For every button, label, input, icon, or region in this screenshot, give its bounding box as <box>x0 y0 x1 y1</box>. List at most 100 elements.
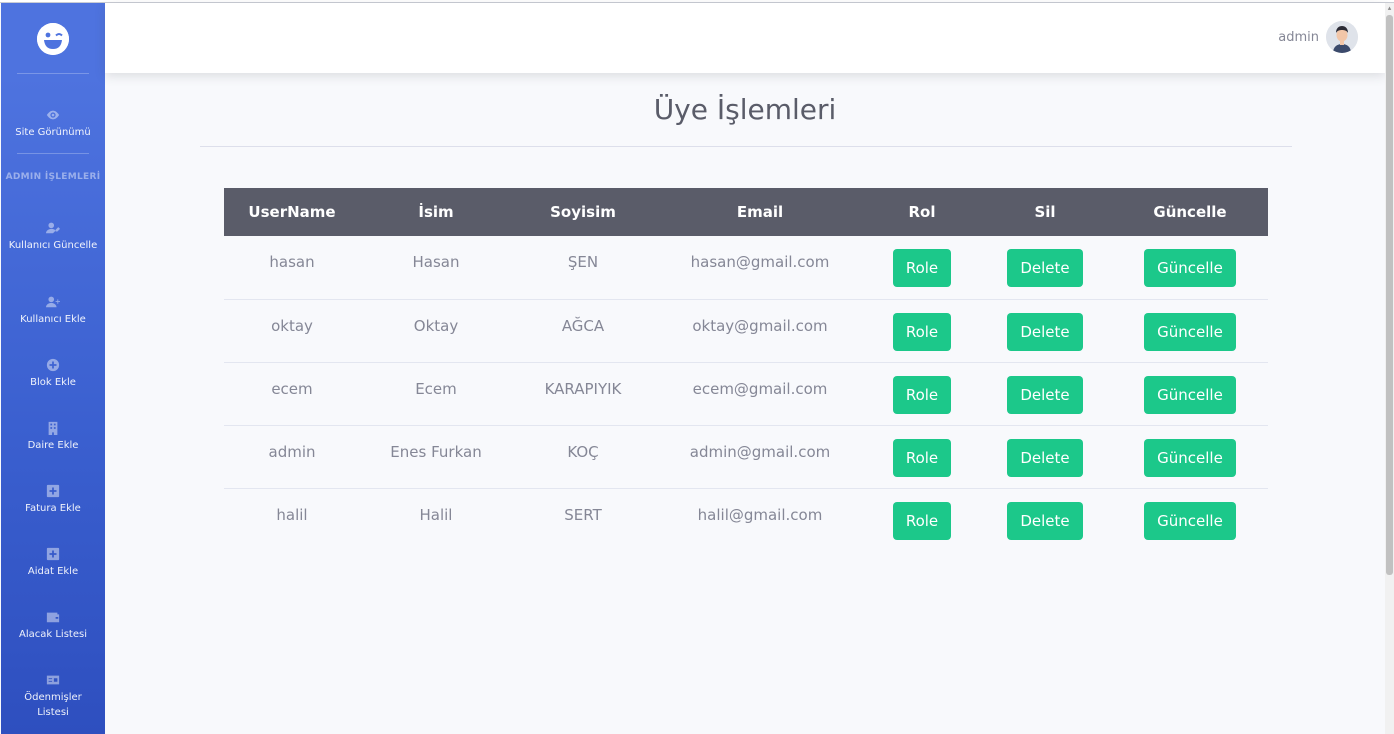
sidebar-item-daire-ekle[interactable]: Daire Ekle <box>1 420 105 453</box>
wallet-icon <box>46 609 60 623</box>
email-cell: hasan@gmail.com <box>690 253 830 271</box>
plus-square-icon <box>46 546 60 561</box>
user-edit-icon <box>46 220 60 234</box>
role-button[interactable]: Role <box>892 249 952 287</box>
scrollbar-thumb[interactable] <box>1386 15 1393 575</box>
sidebar-item-label: Kullanıcı Güncelle <box>8 240 98 251</box>
sidebar-item-label: Alacak Listesi <box>19 629 87 640</box>
isim-cell: Halil <box>419 505 453 524</box>
column-header: Soyisim <box>550 203 616 221</box>
role-cell: Role <box>866 236 978 299</box>
money-bill-icon <box>46 672 60 686</box>
soyisim-cell: KOÇ <box>567 442 599 461</box>
plus-circle-icon <box>46 357 60 372</box>
role-button[interactable]: Role <box>892 312 952 351</box>
plus-square-icon <box>46 483 60 498</box>
title-divider <box>200 146 1292 147</box>
sidebar-item-label: Fatura Ekle <box>25 503 81 514</box>
delete-cell: Delete <box>978 236 1112 299</box>
update-button[interactable]: Güncelle <box>1144 249 1236 287</box>
sidebar-item-label: Site Görünümü <box>15 127 91 138</box>
username-cell: admin <box>268 442 316 461</box>
column-header: Güncelle <box>1153 203 1227 221</box>
avatar[interactable] <box>1326 21 1358 53</box>
sidebar-item-label: Ödenmişler Listesi <box>24 692 82 718</box>
isim-cell: Oktay <box>413 316 459 335</box>
delete-cell: Delete <box>978 362 1112 425</box>
isim-cell: Ecem <box>415 379 457 398</box>
table-header-row: UserName İsim Soyisim Email Rol Sil Günc… <box>224 188 1268 236</box>
username-cell: ecem <box>271 379 313 398</box>
delete-button[interactable]: Delete <box>1007 249 1083 287</box>
sidebar-item-label: Kullanıcı Ekle <box>20 314 86 325</box>
role-cell: Role <box>866 488 978 551</box>
sidebar-item-kullanici-guncelle[interactable]: Kullanıcı Güncelle <box>1 220 105 253</box>
role-cell: Role <box>866 425 978 488</box>
laugh-wink-icon <box>37 22 69 55</box>
role-button[interactable]: Role <box>892 501 952 540</box>
scroll-up-arrow-icon[interactable]: ▴ <box>1386 4 1393 12</box>
sidebar-item-aidat-ekle[interactable]: Aidat Ekle <box>1 546 105 579</box>
soyisim-cell: SERT <box>564 505 602 524</box>
username-cell: oktay <box>271 316 313 335</box>
sidebar-item-blok-ekle[interactable]: Blok Ekle <box>1 357 105 390</box>
isim-cell: Enes Furkan <box>390 442 482 461</box>
email-cell: ecem@gmail.com <box>692 379 828 398</box>
sidebar-divider <box>17 73 89 74</box>
table-row: oktay Oktay AĞCA oktay@gmail.com Role De… <box>224 299 1268 362</box>
update-button[interactable]: Güncelle <box>1144 501 1236 540</box>
table-row: ecem Ecem KARAPIYIK ecem@gmail.com Role … <box>224 362 1268 425</box>
soyisim-cell: KARAPIYIK <box>544 379 622 398</box>
role-button[interactable]: Role <box>892 375 952 414</box>
sidebar-divider <box>17 153 89 154</box>
sidebar-item-odenmisler-listesi[interactable]: Ödenmişler Listesi <box>1 672 105 720</box>
sidebar-item-fatura-ekle[interactable]: Fatura Ekle <box>1 483 105 516</box>
delete-button[interactable]: Delete <box>1007 501 1083 540</box>
delete-cell: Delete <box>978 425 1112 488</box>
isim-cell: Hasan <box>412 253 460 271</box>
building-icon <box>46 420 60 435</box>
user-plus-icon <box>46 294 60 308</box>
delete-button[interactable]: Delete <box>1007 375 1083 414</box>
role-button[interactable]: Role <box>892 438 952 477</box>
email-cell: oktay@gmail.com <box>692 316 828 335</box>
role-cell: Role <box>866 299 978 362</box>
topbar: admin <box>105 3 1385 73</box>
sidebar-item-label: Blok Ekle <box>30 377 76 388</box>
delete-cell: Delete <box>978 488 1112 551</box>
sidebar-item-label: Aidat Ekle <box>27 566 79 577</box>
column-header: Sil <box>1034 203 1056 221</box>
sidebar-item-kullanici-ekle[interactable]: Kullanıcı Ekle <box>1 294 105 327</box>
soyisim-cell: ŞEN <box>567 253 599 271</box>
column-header: Rol <box>908 203 936 221</box>
update-button[interactable]: Güncelle <box>1144 438 1236 477</box>
soyisim-cell: AĞCA <box>561 316 605 335</box>
brand-logo[interactable] <box>1 3 105 74</box>
sidebar-item-label: Daire Ekle <box>27 440 79 451</box>
delete-button[interactable]: Delete <box>1007 312 1083 351</box>
delete-button[interactable]: Delete <box>1007 438 1083 477</box>
eye-icon <box>46 107 60 121</box>
sidebar-heading: ADMIN İŞLEMLERİ <box>5 172 101 182</box>
delete-cell: Delete <box>978 299 1112 362</box>
username-cell: halil <box>276 505 308 524</box>
update-cell: Güncelle <box>1112 299 1268 362</box>
update-cell: Güncelle <box>1112 488 1268 551</box>
user-name[interactable]: admin <box>1278 30 1319 45</box>
table-row: halil Halil SERT halil@gmail.com Role De… <box>224 488 1268 551</box>
page-title: Üye İşlemleri <box>653 93 837 126</box>
table-row: hasan Hasan ŞEN hasan@gmail.com Role Del… <box>224 236 1268 299</box>
update-button[interactable]: Güncelle <box>1144 375 1236 414</box>
email-cell: admin@gmail.com <box>689 442 831 461</box>
column-header: Email <box>736 203 784 221</box>
update-button[interactable]: Güncelle <box>1144 312 1236 351</box>
page-scrollbar[interactable]: ▴ <box>1385 3 1394 734</box>
members-table: UserName İsim Soyisim Email Rol Sil Günc… <box>224 188 1268 551</box>
column-header: UserName <box>248 203 336 221</box>
sidebar-item-alacak-listesi[interactable]: Alacak Listesi <box>1 609 105 642</box>
update-cell: Güncelle <box>1112 425 1268 488</box>
table-row: admin Enes Furkan KOÇ admin@gmail.com Ro… <box>224 425 1268 488</box>
email-cell: halil@gmail.com <box>697 505 823 524</box>
sidebar-item-site-gorunumu[interactable]: Site Görünümü <box>1 107 105 140</box>
column-header: İsim <box>418 203 454 221</box>
